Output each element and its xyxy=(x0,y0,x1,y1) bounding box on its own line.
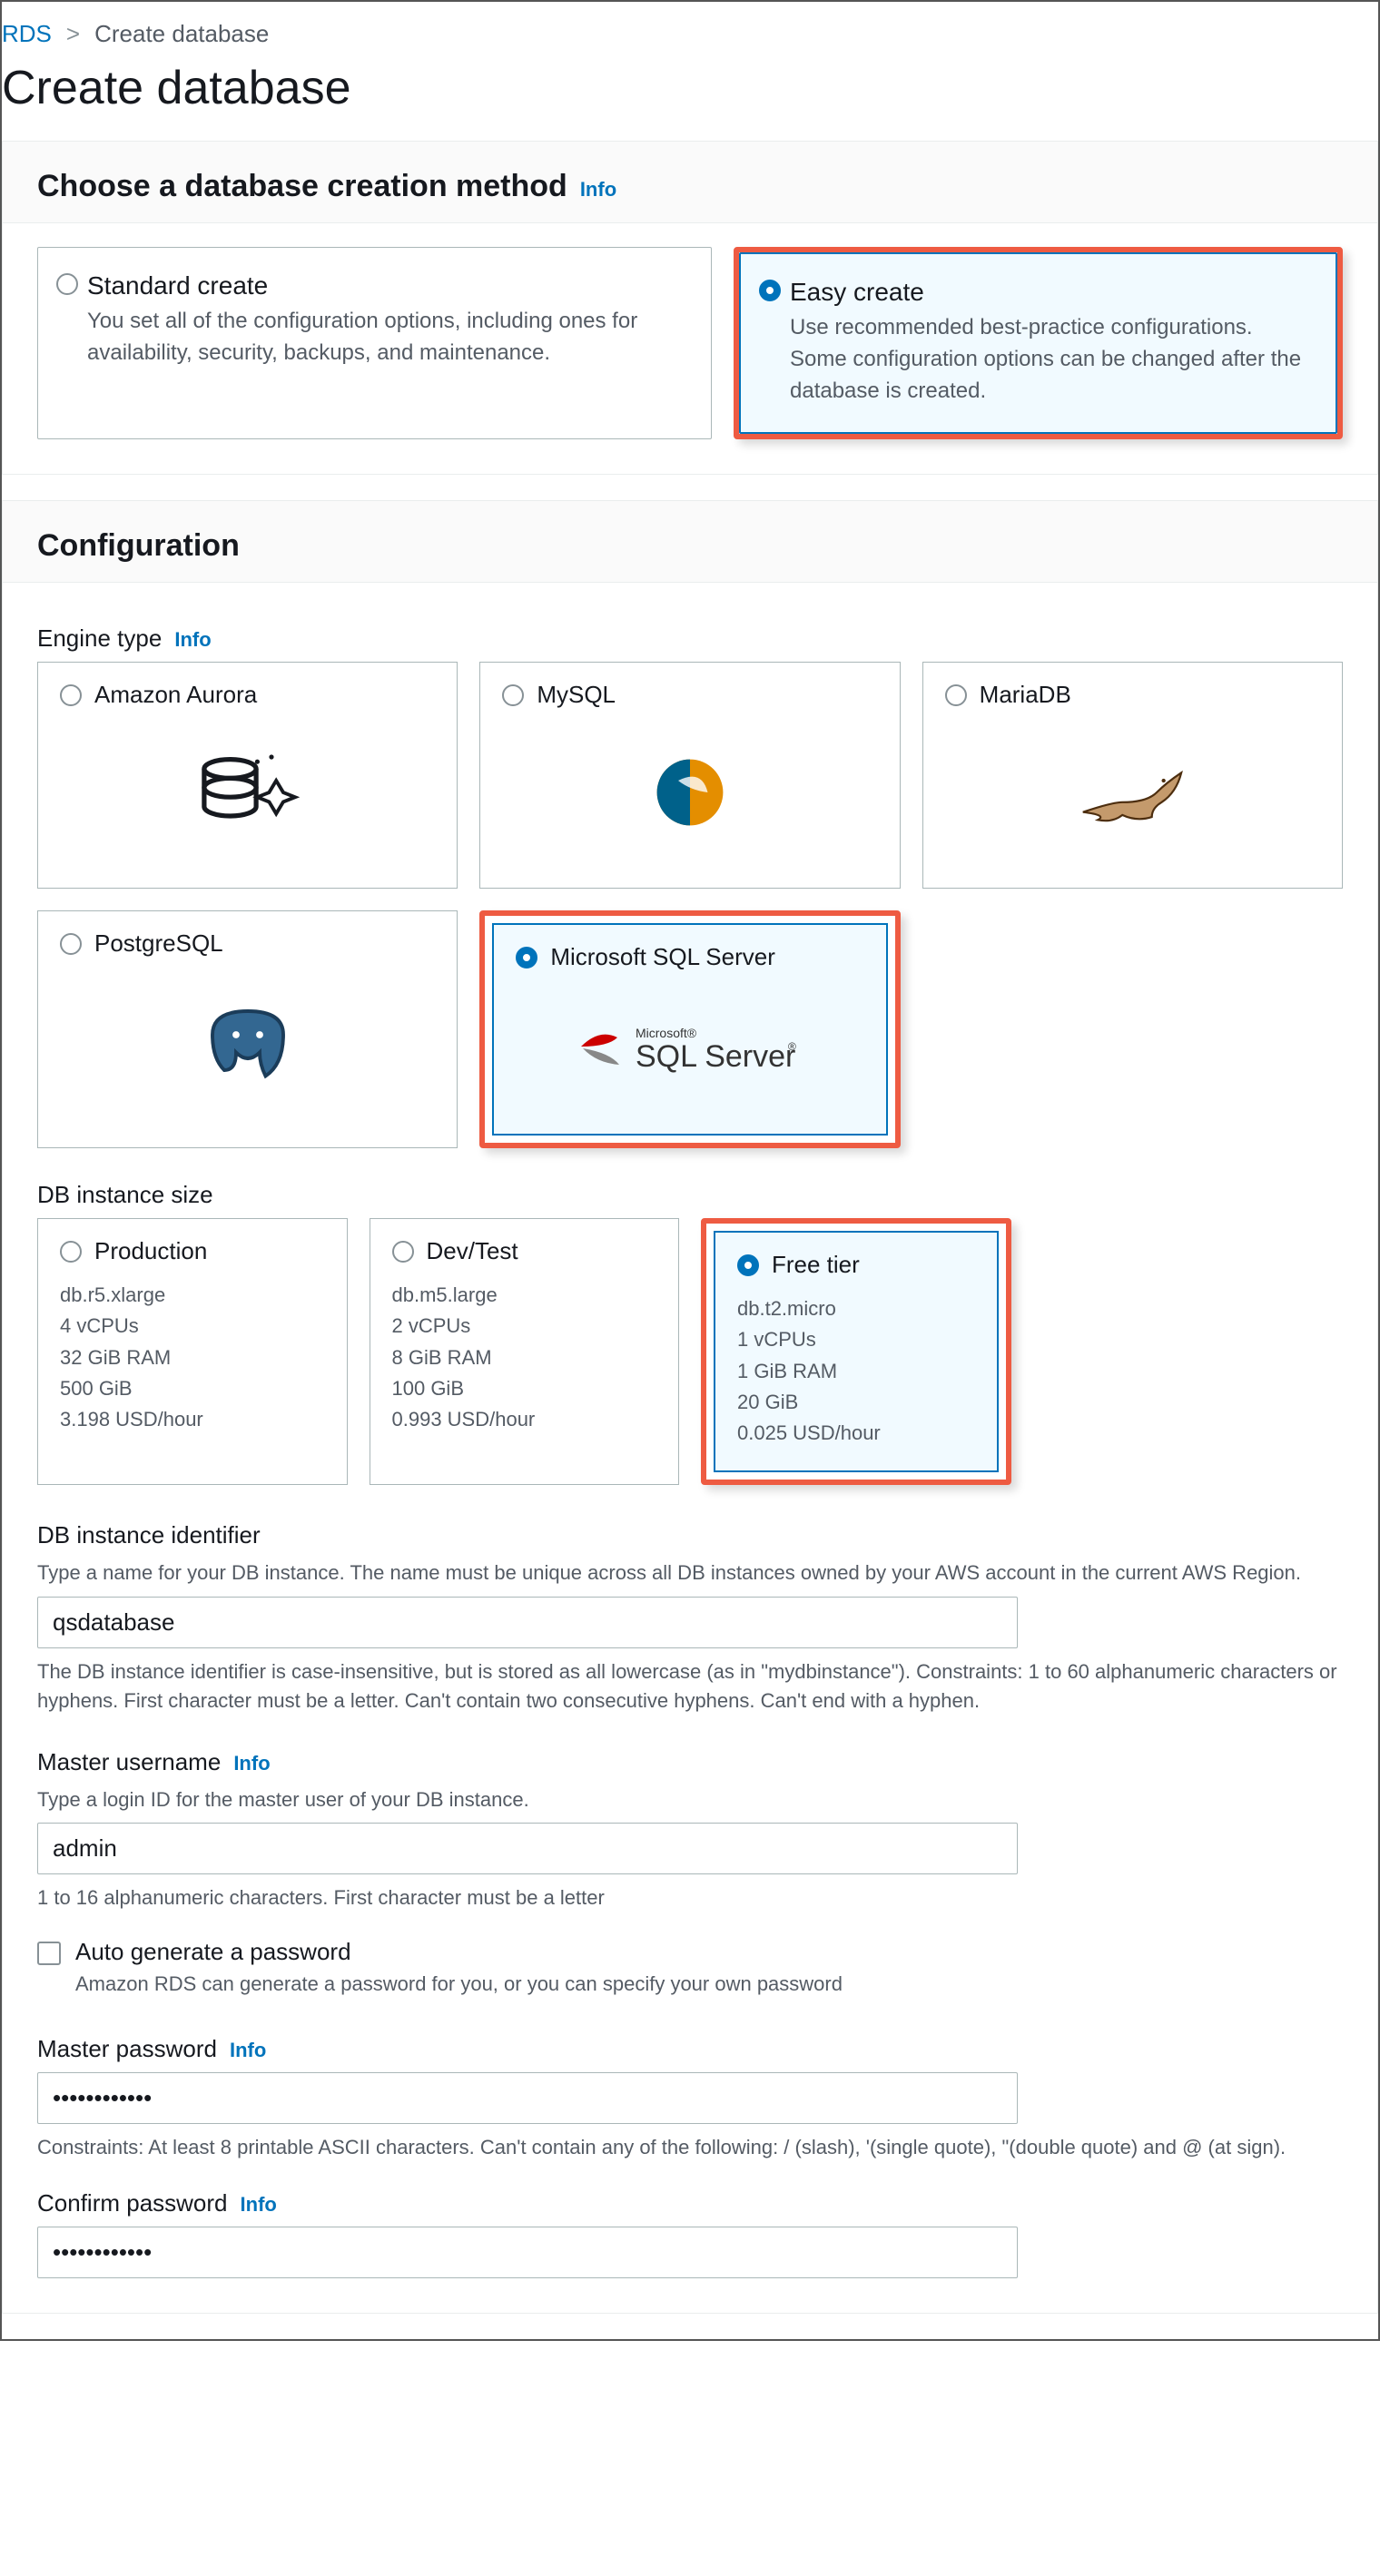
svg-text:Microsoft®: Microsoft® xyxy=(636,1026,697,1040)
configuration-panel: Configuration Engine type Info Amazon Au… xyxy=(2,500,1378,2314)
engine-amazon-aurora-label: Amazon Aurora xyxy=(94,681,257,709)
master-username-help: Type a login ID for the master user of y… xyxy=(37,1785,1343,1814)
engine-type-info-link[interactable]: Info xyxy=(174,628,211,652)
auto-generate-password-help: Amazon RDS can generate a password for y… xyxy=(75,1970,843,1999)
checkbox-icon xyxy=(37,1942,61,1965)
creation-method-easy-desc: Use recommended best-practice configurat… xyxy=(790,312,1310,407)
aurora-logo-icon xyxy=(60,709,435,866)
creation-method-easy-highlight: Easy create Use recommended best-practic… xyxy=(734,247,1343,439)
confirm-password-input[interactable] xyxy=(37,2227,1018,2278)
configuration-heading: Configuration xyxy=(37,528,240,564)
db-identifier-label: DB instance identifier xyxy=(37,1521,261,1549)
creation-method-panel: Choose a database creation method Info S… xyxy=(2,141,1378,475)
engine-sqlserver-label: Microsoft SQL Server xyxy=(550,943,775,971)
db-identifier-help: Type a name for your DB instance. The na… xyxy=(37,1558,1343,1588)
creation-method-easy[interactable]: Easy create Use recommended best-practic… xyxy=(739,252,1337,434)
mysql-logo-icon xyxy=(502,709,877,866)
breadcrumb-separator-icon: > xyxy=(66,20,80,48)
breadcrumb-root-link[interactable]: RDS xyxy=(2,20,52,48)
size-production-label: Production xyxy=(94,1237,207,1265)
page-title: Create database xyxy=(2,57,1378,141)
radio-icon xyxy=(737,1254,759,1276)
radio-icon xyxy=(60,933,82,955)
radio-icon xyxy=(60,1241,82,1263)
size-devtest[interactable]: Dev/Test db.m5.large 2 vCPUs 8 GiB RAM 1… xyxy=(370,1218,680,1484)
engine-sqlserver-highlight: Microsoft SQL Server Microsoft® SQL Serv… xyxy=(479,910,900,1148)
creation-method-standard-desc: You set all of the configuration options… xyxy=(87,306,685,369)
size-devtest-label: Dev/Test xyxy=(427,1237,518,1265)
size-freetier-highlight: Free tier db.t2.micro 1 vCPUs 1 GiB RAM … xyxy=(701,1218,1011,1484)
radio-icon xyxy=(392,1241,414,1263)
size-freetier-label: Free tier xyxy=(772,1251,860,1279)
engine-type-label: Engine type xyxy=(37,624,162,653)
master-username-input[interactable] xyxy=(37,1823,1018,1874)
breadcrumb: RDS > Create database xyxy=(2,2,1378,57)
engine-mysql-label: MySQL xyxy=(537,681,616,709)
radio-icon xyxy=(759,280,781,301)
radio-icon xyxy=(502,684,524,706)
creation-method-heading: Choose a database creation method xyxy=(37,169,567,204)
svg-text:SQL Server: SQL Server xyxy=(636,1039,795,1074)
master-password-info-link[interactable]: Info xyxy=(230,2039,266,2062)
confirm-password-label: Confirm password xyxy=(37,2189,228,2217)
master-password-hint: Constraints: At least 8 printable ASCII … xyxy=(37,2133,1343,2162)
radio-icon xyxy=(945,684,967,706)
engine-postgresql-label: PostgreSQL xyxy=(94,929,223,958)
radio-icon xyxy=(516,947,537,968)
engine-mariadb[interactable]: MariaDB xyxy=(922,662,1343,889)
mariadb-logo-icon xyxy=(945,709,1320,866)
master-username-info-link[interactable]: Info xyxy=(233,1752,270,1775)
master-password-label: Master password xyxy=(37,2035,217,2063)
creation-method-easy-title: Easy create xyxy=(790,278,1310,307)
engine-sqlserver[interactable]: Microsoft SQL Server Microsoft® SQL Serv… xyxy=(492,923,887,1136)
creation-method-standard-title: Standard create xyxy=(87,271,685,300)
auto-generate-password-label: Auto generate a password xyxy=(75,1938,843,1966)
engine-mariadb-label: MariaDB xyxy=(980,681,1071,709)
creation-method-info-link[interactable]: Info xyxy=(580,178,616,202)
radio-icon xyxy=(56,273,78,295)
creation-method-standard[interactable]: Standard create You set all of the confi… xyxy=(37,247,712,439)
size-production[interactable]: Production db.r5.xlarge 4 vCPUs 32 GiB R… xyxy=(37,1218,348,1484)
confirm-password-info-link[interactable]: Info xyxy=(241,2193,277,2217)
svg-text:®: ® xyxy=(788,1040,796,1053)
size-production-spec: db.r5.xlarge 4 vCPUs 32 GiB RAM 500 GiB … xyxy=(60,1280,325,1434)
postgresql-logo-icon xyxy=(60,958,435,1126)
engine-mysql[interactable]: MySQL xyxy=(479,662,900,889)
db-identifier-hint: The DB instance identifier is case-insen… xyxy=(37,1657,1343,1716)
db-instance-size-label: DB instance size xyxy=(37,1181,213,1209)
breadcrumb-current: Create database xyxy=(94,20,269,48)
radio-icon xyxy=(60,684,82,706)
master-password-input[interactable] xyxy=(37,2072,1018,2124)
size-devtest-spec: db.m5.large 2 vCPUs 8 GiB RAM 100 GiB 0.… xyxy=(392,1280,657,1434)
engine-amazon-aurora[interactable]: Amazon Aurora xyxy=(37,662,458,889)
size-freetier[interactable]: Free tier db.t2.micro 1 vCPUs 1 GiB RAM … xyxy=(714,1231,999,1471)
master-username-label: Master username xyxy=(37,1748,221,1776)
sqlserver-logo-icon: Microsoft® SQL Server ® xyxy=(516,971,863,1112)
auto-generate-password[interactable]: Auto generate a password Amazon RDS can … xyxy=(37,1938,1343,2008)
engine-postgresql[interactable]: PostgreSQL xyxy=(37,910,458,1148)
master-username-hint: 1 to 16 alphanumeric characters. First c… xyxy=(37,1883,1343,1912)
size-freetier-spec: db.t2.micro 1 vCPUs 1 GiB RAM 20 GiB 0.0… xyxy=(737,1293,975,1448)
db-identifier-input[interactable] xyxy=(37,1597,1018,1648)
